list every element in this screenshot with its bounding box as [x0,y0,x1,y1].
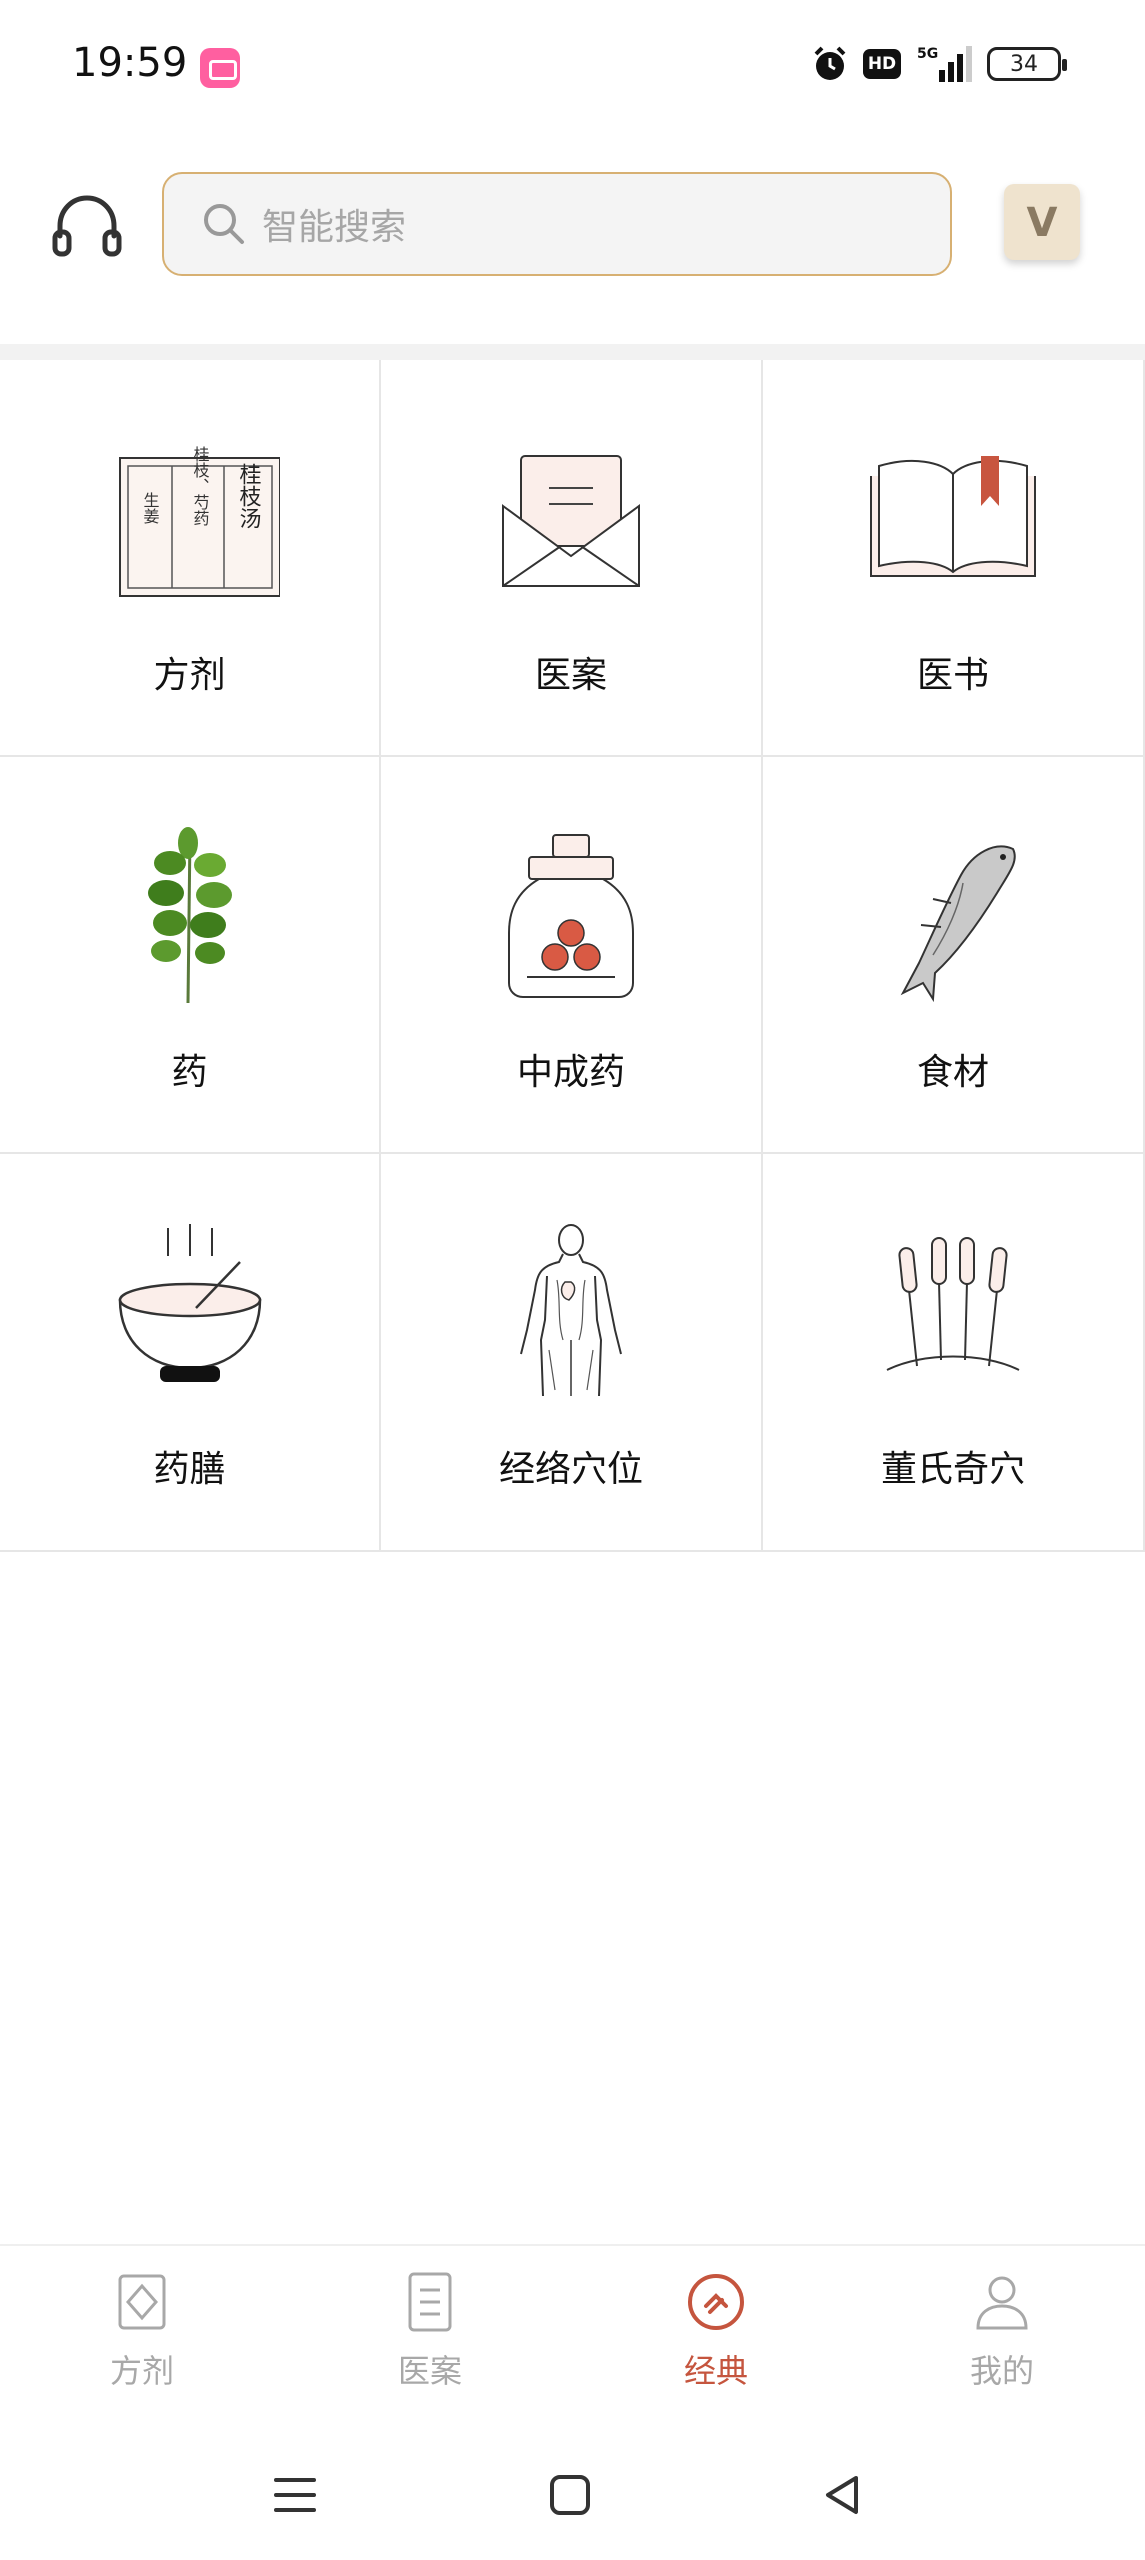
app-notification-icon [200,48,240,88]
envelope-letter-icon [502,455,640,587]
document-tab-icon [408,2272,452,2332]
status-bar: 19:59 HD 5G 34 [0,0,1145,140]
battery-indicator: 34 [987,47,1067,81]
grid-item-label: 药膳 [153,1449,226,1490]
search-input[interactable]: 智能搜索 [162,172,952,276]
grid-item-dong-points[interactable]: 董氏奇穴 [763,1154,1145,1552]
human-body-meridian-icon [520,1224,622,1397]
prescription-tab-icon [118,2274,166,2330]
classics-tab-icon [688,2274,744,2330]
system-nav-bar [0,2430,1145,2550]
soup-bowl-icon [118,1224,261,1382]
grid-item-medical-books[interactable]: 医书 [763,360,1145,757]
grid-item-herb[interactable]: 药 [0,757,381,1154]
battery-level: 34 [1010,51,1038,77]
user-tab-icon [976,2276,1028,2330]
prescription-scroll-icon: 桂枝汤 桂枝、芍药 生姜 [118,446,280,597]
tab-prescription[interactable]: 方剂 [62,2270,222,2400]
tab-label: 经典 [683,2352,748,2390]
scroll-line1: 桂枝、芍药 [190,446,209,527]
alarm-icon [814,46,846,80]
grid-item-ingredients[interactable]: 食材 [763,757,1145,1154]
grid-item-label: 方剂 [153,655,226,696]
grid-item-label: 医案 [534,655,607,696]
grid-item-label: 经络穴位 [498,1449,643,1490]
scroll-title: 桂枝汤 [235,463,261,529]
grid-item-case[interactable]: 医案 [381,360,763,757]
signal-5g-icon: 5G [917,46,972,82]
home-icon[interactable] [543,2468,597,2522]
grid-item-patent-medicine[interactable]: 中成药 [381,757,763,1154]
header: 智能搜索 V [0,160,1145,330]
herb-plant-icon [147,827,232,1003]
search-placeholder: 智能搜索 [262,207,407,248]
grid-item-meridian-points[interactable]: 经络穴位 [381,1154,763,1552]
status-icons: HD 5G 34 [811,44,1067,84]
grid-item-label: 医书 [916,655,989,696]
vip-v-icon: V [1027,200,1058,246]
grid-item-medicinal-diet[interactable]: 药膳 [0,1154,381,1552]
tab-label: 医案 [397,2352,462,2390]
hd-badge: HD [863,49,901,79]
fish-icon [900,845,1016,1003]
status-time: 19:59 [72,40,188,86]
scroll-line2: 生姜 [140,492,159,524]
section-divider [0,344,1145,360]
open-book-icon [870,456,1036,577]
headset-icon[interactable] [50,190,124,264]
category-grid: 桂枝汤 桂枝、芍药 生姜 方剂 医案 医书 药 中成药 食材 药膳 经络穴位 董… [0,360,1145,1552]
tab-classics[interactable]: 经典 [636,2270,796,2400]
medicine-jar-icon [508,834,634,998]
bottom-nav: 方剂 医案 经典 我的 [0,2244,1145,2414]
grid-item-label: 董氏奇穴 [880,1449,1025,1490]
tab-profile[interactable]: 我的 [922,2270,1082,2400]
vip-button[interactable]: V [1004,184,1080,260]
grid-item-label: 中成药 [516,1052,625,1093]
menu-icon[interactable] [268,2468,322,2522]
tab-label: 方剂 [109,2352,174,2390]
vip-letter: V [1027,200,1058,246]
acupuncture-needles-icon [886,1237,1020,1371]
search-icon [204,204,244,244]
network-type: 5G [917,46,938,62]
back-icon[interactable] [816,2468,870,2522]
grid-item-prescription[interactable]: 桂枝汤 桂枝、芍药 生姜 方剂 [0,360,381,757]
tab-cases[interactable]: 医案 [350,2270,510,2400]
grid-item-label: 药 [171,1052,208,1093]
tab-label: 我的 [969,2352,1034,2390]
grid-item-label: 食材 [916,1052,989,1093]
